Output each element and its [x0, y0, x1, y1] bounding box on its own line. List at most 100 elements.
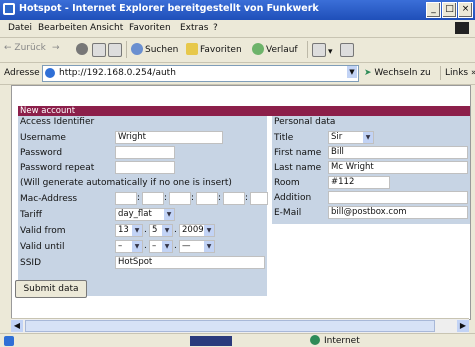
last-name-input[interactable]: Mc Wright	[328, 161, 468, 174]
chevron-down-icon: ▼	[132, 225, 142, 236]
valid-until-label: Valid until	[20, 242, 65, 252]
stop-icon	[76, 43, 88, 55]
chevron-down-icon: ▼	[164, 209, 174, 220]
first-name-label: First name	[274, 148, 322, 158]
valid-until-day-select[interactable]: – ▼	[115, 240, 143, 253]
home-icon	[108, 43, 122, 57]
chevron-down-icon: ▼	[162, 225, 172, 236]
back-arrow-icon: ←	[4, 43, 12, 53]
valid-until-month-select[interactable]: – ▼	[149, 240, 173, 253]
window-title: Hotspot - Internet Explorer bereitgestel…	[19, 3, 319, 14]
print-button[interactable]	[340, 43, 356, 57]
access-identifier-title: Access Identifier	[20, 117, 95, 127]
submit-button[interactable]: Submit data	[15, 280, 87, 298]
page-viewport: New account Access Identifier Username W…	[11, 85, 471, 320]
valid-from-label: Valid from	[20, 226, 66, 236]
ssid-label: SSID	[20, 258, 42, 268]
favorites-button[interactable]: Favoriten	[186, 43, 242, 55]
links-button[interactable]: Links »	[440, 66, 475, 80]
mac-address-label: Mac-Address	[20, 194, 78, 204]
address-url: http://192.168.0.254/auth	[59, 68, 176, 78]
valid-from-year-select[interactable]: 2009 ▼	[179, 224, 215, 237]
maximize-button[interactable]: □	[442, 2, 457, 18]
scroll-left-icon[interactable]: ◀	[11, 320, 23, 332]
menu-help[interactable]: ?	[213, 23, 218, 33]
back-button[interactable]: ← Zurück	[4, 43, 46, 53]
history-button[interactable]: Verlauf	[252, 43, 298, 55]
refresh-button[interactable]	[92, 43, 108, 57]
title-bar: Hotspot - Internet Explorer bereitgestel…	[0, 0, 475, 20]
mac-octet-3[interactable]	[169, 192, 191, 205]
status-bar: Internet	[0, 333, 475, 347]
address-bar: Adresse http://192.168.0.254/auth ▼ ➤ We…	[0, 63, 475, 85]
mac-octet-1[interactable]	[115, 192, 137, 205]
toolbar: ← Zurück → Suchen Favoriten Verlauf ▾	[0, 38, 475, 63]
scroll-right-icon[interactable]: ▶	[457, 320, 469, 332]
username-input[interactable]: Wright	[115, 131, 223, 144]
search-button[interactable]: Suchen	[131, 43, 178, 55]
toolbar-separator	[307, 41, 308, 58]
horizontal-scrollbar[interactable]: ◀ ▶	[11, 318, 469, 333]
tariff-label: Tariff	[20, 210, 42, 220]
search-icon	[131, 43, 143, 55]
menu-extras[interactable]: Extras	[180, 23, 208, 33]
internet-zone-icon	[310, 335, 320, 345]
forward-button[interactable]: →	[52, 43, 60, 53]
stop-button[interactable]	[76, 43, 90, 55]
chevron-down-icon: ▼	[162, 241, 172, 252]
mac-octet-6[interactable]	[250, 192, 268, 205]
home-button[interactable]	[108, 43, 124, 57]
page-status-icon	[4, 336, 14, 346]
access-identifier-panel: Access Identifier Username Wright Passwo…	[18, 116, 268, 296]
email-label: E-Mail	[274, 208, 302, 218]
refresh-icon	[92, 43, 106, 57]
favorites-icon	[186, 43, 198, 55]
progress-bar	[190, 336, 232, 346]
password-label: Password	[20, 148, 63, 158]
window-controls: _ □ ×	[426, 2, 473, 18]
personal-data-title: Personal data	[274, 117, 336, 127]
valid-until-year-select[interactable]: — ▼	[179, 240, 215, 253]
chevron-down-icon: ▼	[132, 241, 142, 252]
chevron-down-icon: ▼	[204, 225, 214, 236]
password-input[interactable]	[115, 146, 175, 159]
windows-flag-icon	[455, 22, 469, 34]
valid-from-month-select[interactable]: 5 ▼	[149, 224, 173, 237]
close-button[interactable]: ×	[458, 2, 473, 18]
mail-icon	[312, 43, 326, 57]
first-name-input[interactable]: Bill	[328, 146, 468, 159]
address-label: Adresse	[4, 68, 40, 78]
ssid-input[interactable]: HotSpot	[115, 256, 265, 269]
room-input[interactable]: #112	[328, 176, 390, 189]
browser-window: Hotspot - Internet Explorer bereitgestel…	[0, 0, 475, 347]
security-zone: Internet	[310, 335, 360, 346]
mac-octet-4[interactable]	[196, 192, 218, 205]
tariff-select[interactable]: day_flat ▼	[115, 208, 175, 221]
menu-favoriten[interactable]: Favoriten	[129, 23, 171, 33]
password-repeat-label: Password repeat	[20, 163, 95, 173]
email-input[interactable]: bill@postbox.com	[328, 206, 468, 219]
address-dropdown-icon[interactable]: ▼	[347, 66, 357, 78]
go-button[interactable]: ➤ Wechseln zu	[364, 68, 431, 78]
mail-button[interactable]: ▾	[312, 43, 333, 57]
minimize-button[interactable]: _	[426, 2, 441, 18]
title-select[interactable]: Sir ▼	[328, 131, 374, 144]
go-arrow-icon: ➤	[364, 68, 372, 78]
form-header: New account	[18, 106, 470, 116]
menu-ansicht[interactable]: Ansicht	[90, 23, 123, 33]
valid-from-day-select[interactable]: 13 ▼	[115, 224, 143, 237]
scroll-thumb[interactable]	[25, 320, 435, 332]
chevron-down-icon: ▼	[204, 241, 214, 252]
menu-bearbeiten[interactable]: Bearbeiten	[38, 23, 87, 33]
history-icon	[252, 43, 264, 55]
menu-datei[interactable]: Datei	[8, 23, 32, 33]
chevron-down-icon: ▼	[363, 132, 373, 143]
print-icon	[340, 43, 354, 57]
password-repeat-input[interactable]	[115, 161, 175, 174]
mac-octet-5[interactable]	[223, 192, 245, 205]
mac-octet-2[interactable]	[142, 192, 164, 205]
personal-data-panel: Personal data Title Sir ▼ First name Bil…	[272, 116, 470, 224]
addition-input[interactable]	[328, 191, 468, 204]
address-input[interactable]: http://192.168.0.254/auth	[42, 65, 359, 82]
last-name-label: Last name	[274, 163, 322, 173]
